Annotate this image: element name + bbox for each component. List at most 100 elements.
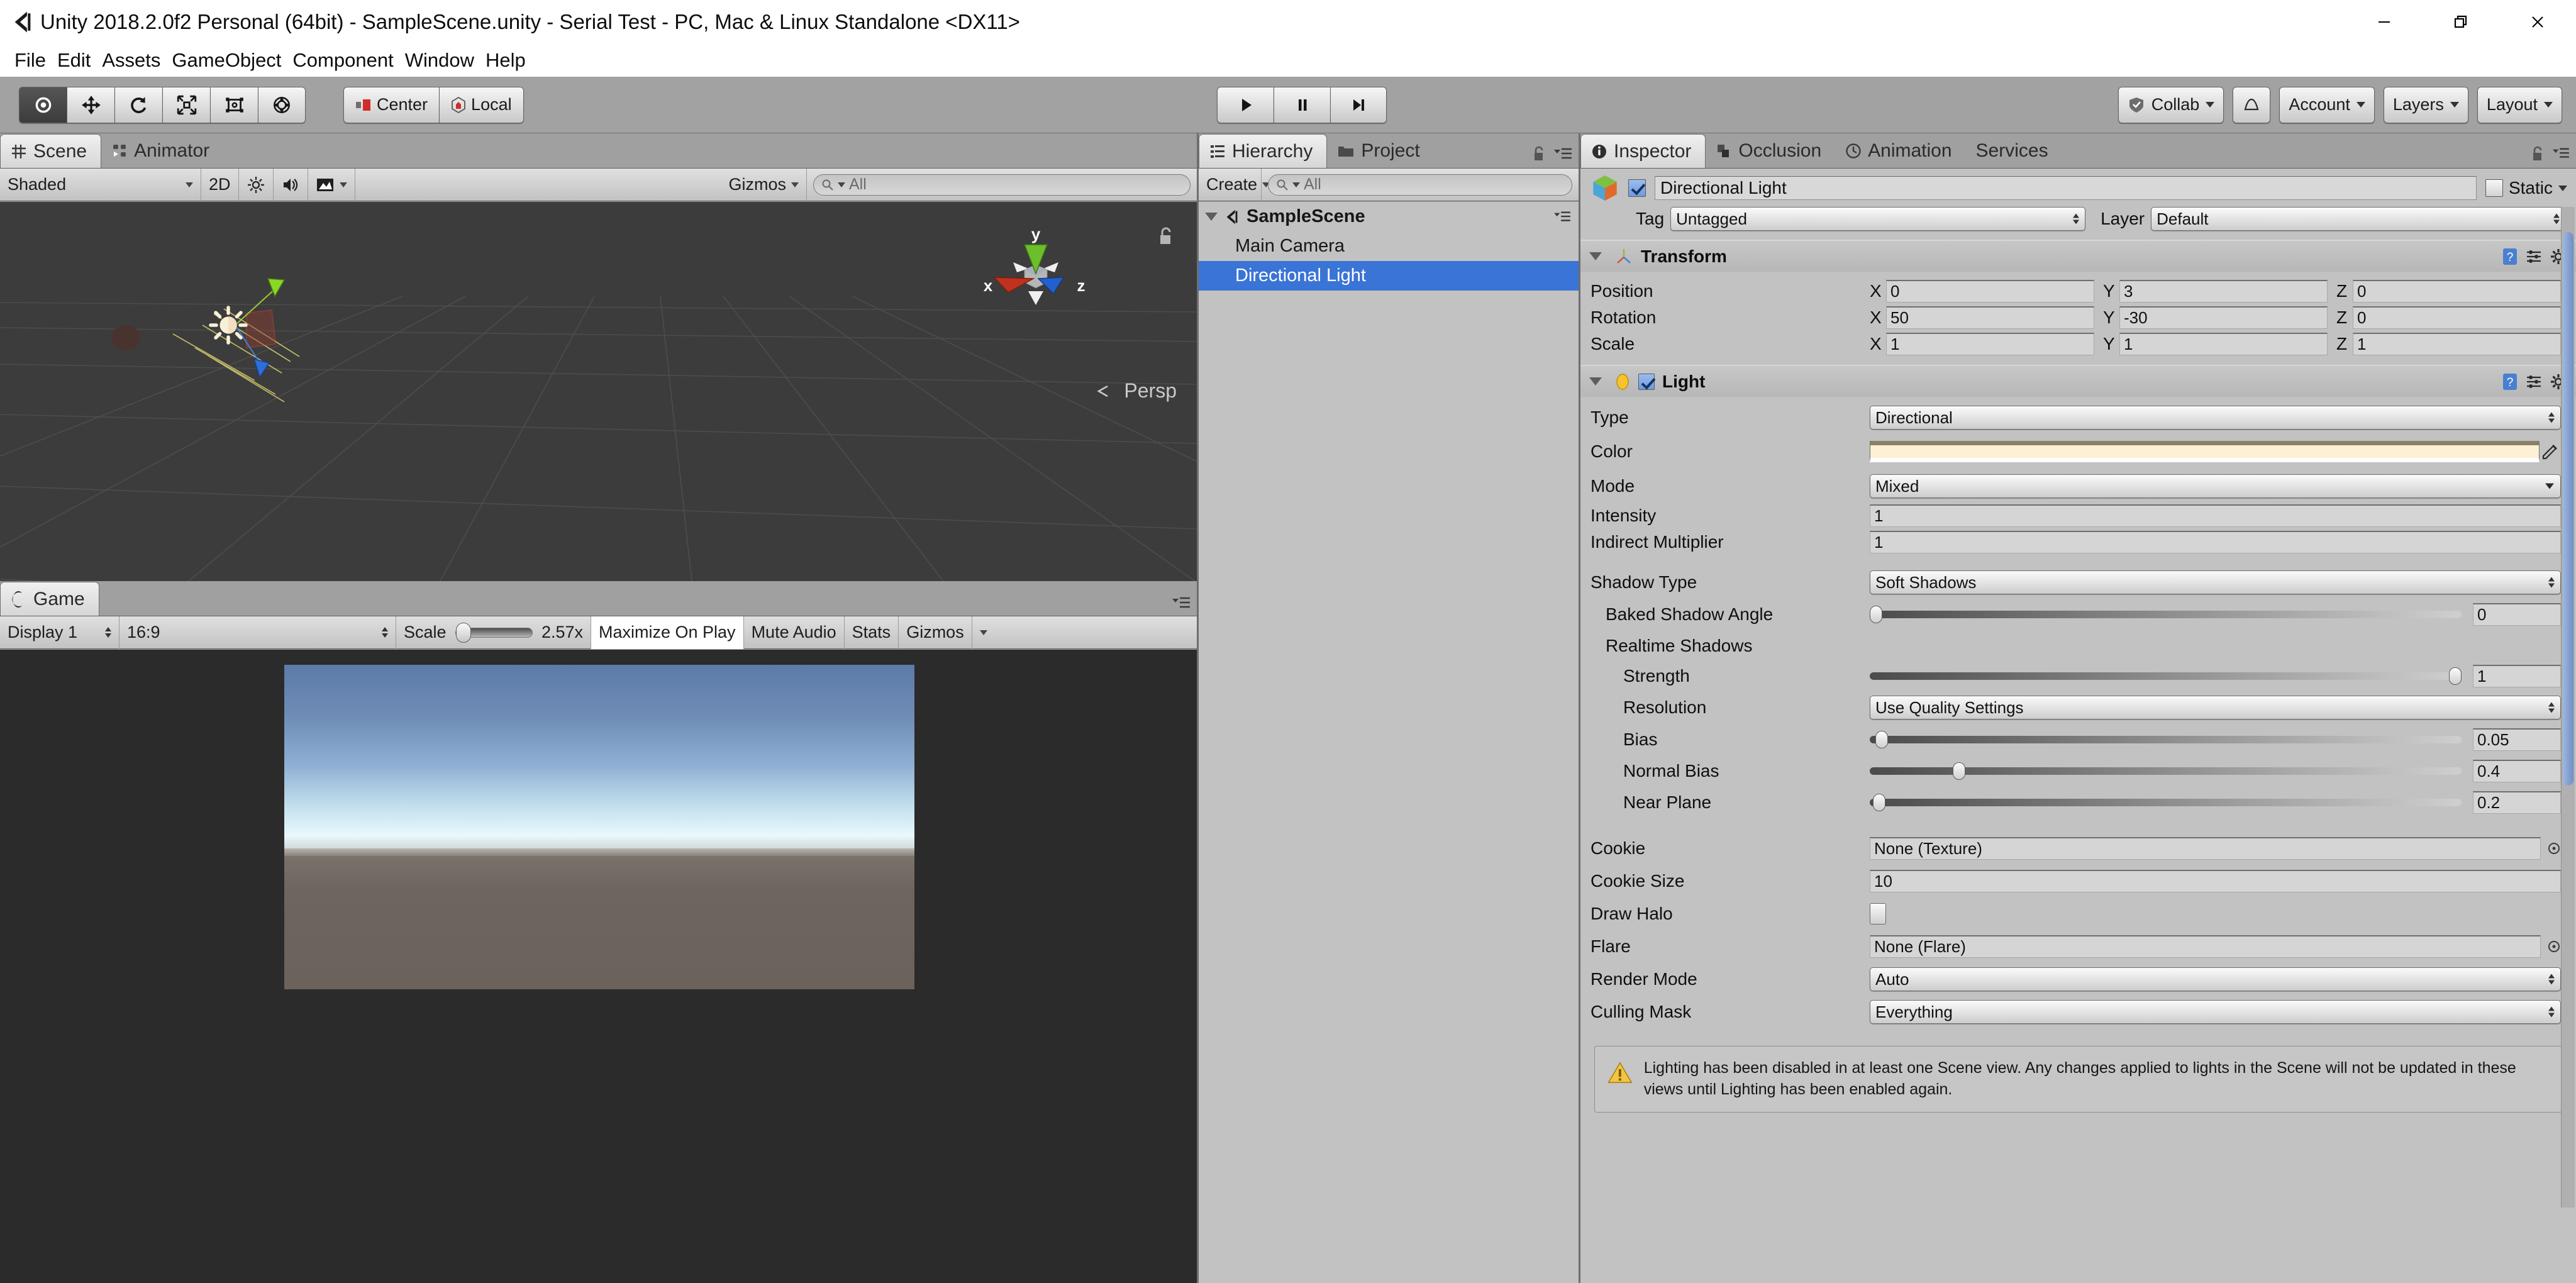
position-y-input[interactable]: 3 — [2119, 280, 2328, 303]
flare-object-field[interactable]: None (Flare) — [1870, 935, 2541, 958]
disclosure-triangle-icon[interactable] — [1205, 213, 1218, 221]
axis-orientation-gizmo[interactable]: y x z — [980, 221, 1091, 331]
menu-gameobject[interactable]: GameObject — [166, 44, 287, 77]
pivot-mode-button[interactable]: Center — [343, 87, 439, 123]
render-mode-dropdown[interactable]: Auto — [1870, 967, 2561, 991]
static-checkbox[interactable] — [2485, 179, 2503, 197]
help-icon[interactable]: ? — [2502, 372, 2518, 391]
hierarchy-scene-row[interactable]: SampleScene — [1199, 202, 1579, 231]
rotation-x-input[interactable]: 50 — [1886, 306, 2094, 329]
culling-mask-dropdown[interactable]: Everything — [1870, 1000, 2561, 1024]
game-scale-slider-cell[interactable]: Scale 2.57x — [396, 616, 591, 649]
shadow-resolution-dropdown[interactable]: Use Quality Settings — [1870, 696, 2561, 719]
tab-animation[interactable]: Animation — [1835, 134, 1965, 168]
tag-dropdown[interactable]: Untagged — [1670, 207, 2085, 231]
menu-help[interactable]: Help — [480, 44, 531, 77]
minimize-button[interactable] — [2346, 0, 2423, 44]
rotation-y-input[interactable]: -30 — [2119, 306, 2328, 329]
move-tool-button[interactable] — [67, 87, 114, 123]
light-component-header[interactable]: Light ? — [1580, 365, 2576, 397]
game-gizmos-dropdown[interactable]: Gizmos — [899, 616, 972, 649]
game-scale-slider[interactable] — [455, 628, 533, 638]
game-display-dropdown[interactable]: Display 1 — [0, 616, 119, 649]
lock-icon[interactable] — [1532, 145, 1546, 163]
shadow-near-plane-input[interactable]: 0.2 — [2473, 791, 2561, 814]
light-type-dropdown[interactable]: Directional — [1870, 406, 2561, 430]
light-indirect-input[interactable]: 1 — [1870, 531, 2561, 553]
disclosure-triangle-icon[interactable] — [1589, 252, 1602, 260]
maximize-button[interactable] — [2423, 0, 2499, 44]
rotation-z-input[interactable]: 0 — [2353, 306, 2561, 329]
menu-edit[interactable]: Edit — [52, 44, 96, 77]
menu-window[interactable]: Window — [399, 44, 480, 77]
tab-project[interactable]: Project — [1327, 134, 1433, 168]
draw-halo-checkbox[interactable] — [1870, 903, 1886, 925]
step-button[interactable] — [1330, 87, 1387, 123]
tab-inspector[interactable]: Inspector — [1580, 134, 1706, 168]
panel-menu-icon[interactable] — [2552, 147, 2570, 161]
shadow-near-plane-slider[interactable] — [1870, 799, 2462, 806]
inspector-scrollbar-thumb[interactable] — [2563, 232, 2573, 786]
shadow-strength-slider[interactable] — [1870, 672, 2462, 680]
game-panel-menu[interactable] — [1172, 596, 1191, 611]
help-icon[interactable]: ? — [2502, 247, 2518, 266]
eyedropper-button[interactable] — [2540, 442, 2561, 461]
scene-effects-toggle[interactable] — [308, 169, 337, 201]
scene-audio-toggle[interactable] — [274, 169, 308, 201]
slider-knob[interactable] — [1875, 731, 1888, 748]
tab-occlusion[interactable]: Occlusion — [1706, 134, 1835, 168]
baked-shadow-angle-input[interactable]: 0 — [2473, 603, 2561, 626]
account-button[interactable]: Account — [2279, 87, 2375, 123]
light-intensity-input[interactable]: 1 — [1870, 504, 2561, 527]
object-name-input[interactable]: Directional Light — [1655, 176, 2477, 200]
hierarchy-item-main-camera[interactable]: Main Camera — [1199, 231, 1579, 261]
scene-search-input[interactable]: All — [813, 174, 1191, 196]
menu-assets[interactable]: Assets — [96, 44, 166, 77]
menu-component[interactable]: Component — [287, 44, 399, 77]
camera-projection-label[interactable]: Persp — [1096, 379, 1177, 403]
game-aspect-dropdown[interactable]: 16:9 — [119, 616, 396, 649]
position-x-input[interactable]: 0 — [1886, 280, 2094, 303]
toggle-2d-button[interactable]: 2D — [201, 169, 239, 201]
rotate-tool-button[interactable] — [114, 87, 162, 123]
rect-tool-button[interactable] — [210, 87, 258, 123]
shadow-strength-input[interactable]: 1 — [2473, 665, 2561, 687]
slider-knob[interactable] — [2449, 667, 2462, 685]
game-viewport[interactable] — [0, 650, 1197, 1283]
lock-icon[interactable] — [2531, 145, 2545, 163]
scene-gizmos-dropdown[interactable]: Gizmos — [721, 169, 807, 201]
stats-toggle[interactable]: Stats — [845, 616, 899, 649]
cookie-object-field[interactable]: None (Texture) — [1870, 837, 2541, 860]
shadow-normal-bias-slider[interactable] — [1870, 767, 2462, 775]
tab-animator[interactable]: Animator — [101, 134, 223, 168]
draw-mode-dropdown[interactable]: Shaded — [0, 169, 201, 201]
transform-component-header[interactable]: Transform ? — [1580, 240, 2576, 272]
object-picker-icon[interactable] — [2547, 841, 2561, 855]
scale-slider-knob[interactable] — [456, 623, 471, 643]
scale-y-input[interactable]: 1 — [2119, 333, 2328, 355]
panel-menu-icon[interactable] — [1553, 147, 1572, 162]
scale-tool-button[interactable] — [162, 87, 210, 123]
transform-tool-button[interactable] — [258, 87, 306, 123]
static-toggle-group[interactable]: Static — [2485, 178, 2567, 198]
shadow-bias-input[interactable]: 0.05 — [2473, 728, 2561, 751]
play-button[interactable] — [1217, 87, 1274, 123]
preset-icon[interactable] — [2526, 248, 2542, 265]
slider-knob[interactable] — [1953, 762, 1965, 780]
position-z-input[interactable]: 0 — [2353, 280, 2561, 303]
shadow-bias-slider[interactable] — [1870, 736, 2462, 743]
hierarchy-item-directional-light[interactable]: Directional Light — [1199, 261, 1579, 291]
scale-z-input[interactable]: 1 — [2353, 333, 2561, 355]
object-enabled-checkbox[interactable] — [1628, 179, 1646, 197]
tab-scene[interactable]: Scene — [0, 134, 101, 168]
scene-options-icon[interactable] — [1553, 210, 1571, 224]
scale-x-input[interactable]: 1 — [1886, 333, 2094, 355]
game-gizmos-caret[interactable] — [972, 616, 995, 649]
chevron-down-icon[interactable] — [2558, 186, 2567, 191]
hand-tool-button[interactable] — [19, 87, 67, 123]
shadow-type-dropdown[interactable]: Soft Shadows — [1870, 570, 2561, 594]
slider-knob[interactable] — [1873, 794, 1885, 811]
mute-audio-toggle[interactable]: Mute Audio — [744, 616, 845, 649]
maximize-on-play-toggle[interactable]: Maximize On Play — [591, 616, 744, 649]
tab-game[interactable]: Game — [0, 582, 99, 616]
